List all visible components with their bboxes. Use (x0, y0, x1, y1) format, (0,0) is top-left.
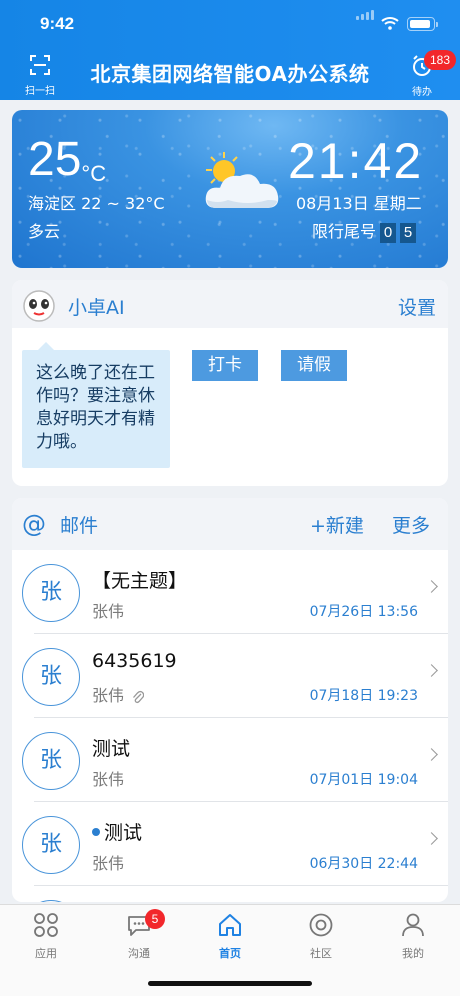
temperature-range: 海淀区 22 ~ 32°C (28, 194, 165, 213)
mail-list-item[interactable]: 张 测试 张伟 07月01日 19:04 (12, 718, 448, 802)
temperature-value: 25 (28, 133, 82, 186)
chevron-right-icon (425, 832, 438, 845)
tab-community[interactable]: 社区 (291, 911, 351, 961)
tab-label: 首页 (219, 947, 241, 960)
at-sign-icon: @ (22, 510, 46, 538)
sender-avatar: 张 (22, 564, 80, 622)
mail-list-item-partial[interactable] (12, 886, 448, 902)
traffic-limit: 限行尾号 0 5 (312, 218, 417, 243)
mail-subject: 6435619 (92, 650, 177, 672)
current-temperature: 25°C (28, 133, 107, 187)
robot-avatar-icon (23, 290, 55, 322)
profile-icon (402, 913, 424, 937)
leave-request-button[interactable]: 请假 (281, 350, 347, 381)
weather-condition: 多云 (28, 222, 61, 241)
clock-in-button[interactable]: 打卡 (192, 350, 258, 381)
mail-time: 07月01日 19:04 (309, 772, 418, 788)
tab-chat[interactable]: 5 沟通 (109, 909, 169, 961)
tab-label: 我的 (402, 947, 424, 960)
todo-label: 待办 (412, 87, 432, 98)
weather-card[interactable]: 25°C 海淀区 22 ~ 32°C 多云 21:42 08月13日 星期二 限… (12, 110, 448, 268)
mail-card-header: @ 邮件 +新建 更多 (12, 498, 448, 550)
chevron-right-icon (425, 664, 438, 677)
tab-bar: 应用 5 沟通 首页 社区 我的 (0, 904, 460, 996)
mail-subject-group: 测试 (92, 818, 142, 845)
unread-dot-icon (92, 827, 100, 836)
mail-subject: 测试 (92, 738, 131, 760)
traffic-limit-label: 限行尾号 (312, 222, 377, 241)
status-bar: 9:42 (0, 10, 460, 40)
ai-card-header: 小卓AI 设置 (12, 280, 448, 328)
more-mail-link[interactable]: 更多 (392, 511, 430, 538)
app-header: 9:42 扫一扫 北京集团网络智能OA办公系统 待办 183 (0, 0, 460, 100)
mail-subject: 测试 (104, 822, 143, 844)
scan-button[interactable]: 扫一扫 (20, 54, 60, 97)
ai-message-bubble: 这么晚了还在工作吗？要注意休息好明天才有精力哦。 (22, 342, 170, 468)
home-icon (219, 914, 241, 936)
sender-avatar: 张 (22, 648, 80, 706)
new-mail-button[interactable]: +新建 (310, 511, 364, 538)
wifi-icon (381, 17, 399, 30)
current-time: 21:42 (288, 133, 424, 189)
attachment-icon (133, 690, 145, 703)
traffic-limit-number: 0 (380, 223, 397, 243)
mail-sender: 张伟 (92, 686, 125, 705)
temperature-unit: °C (81, 161, 107, 186)
tab-label: 应用 (35, 947, 57, 960)
community-icon (309, 913, 333, 937)
mail-subject: 【无主题】 (92, 570, 188, 592)
current-date: 08月13日 星期二 (296, 194, 422, 213)
tab-label: 沟通 (128, 947, 150, 960)
chat-badge: 5 (145, 909, 165, 929)
mail-card: @ 邮件 +新建 更多 张 【无主题】 张伟 07月26日 13:56 张 64… (12, 498, 448, 902)
mail-time: 07月26日 13:56 (309, 604, 418, 620)
mail-list-item[interactable]: 张 【无主题】 张伟 07月26日 13:56 (12, 550, 448, 634)
mail-time: 07月18日 19:23 (309, 688, 418, 704)
status-time: 9:42 (40, 14, 75, 33)
mail-sender: 张伟 (92, 770, 125, 789)
partly-cloudy-icon (205, 152, 279, 208)
mail-time: 06月30日 22:44 (309, 856, 418, 872)
todo-button[interactable]: 待办 183 (402, 50, 456, 98)
mail-sender: 张伟 (92, 854, 125, 873)
ai-settings-link[interactable]: 设置 (398, 293, 436, 320)
sender-avatar (22, 900, 80, 902)
mail-sender: 张伟 (92, 602, 125, 621)
tab-label: 社区 (310, 947, 332, 960)
apps-icon (34, 913, 58, 937)
ai-name: 小卓AI (68, 297, 125, 319)
page-title: 北京集团网络智能OA办公系统 (90, 62, 370, 86)
todo-badge: 183 (424, 50, 456, 70)
mail-title: 邮件 (60, 515, 99, 537)
sender-avatar: 张 (22, 732, 80, 790)
ai-assistant-card: 小卓AI 设置 这么晚了还在工作吗？要注意休息好明天才有精力哦。 打卡 请假 (12, 280, 448, 486)
sender-avatar: 张 (22, 816, 80, 874)
mail-sender-group: 张伟 (92, 682, 145, 706)
scan-label: 扫一扫 (25, 86, 55, 97)
mail-list-item[interactable]: 张 6435619 张伟 07月18日 19:23 (12, 634, 448, 718)
chevron-right-icon (425, 580, 438, 593)
scan-icon (30, 55, 50, 75)
home-indicator (148, 981, 312, 986)
traffic-limit-number: 5 (400, 223, 417, 243)
tab-home[interactable]: 首页 (200, 911, 260, 961)
tab-apps[interactable]: 应用 (16, 911, 76, 961)
mail-list-item[interactable]: 张 测试 张伟 06月30日 22:44 (12, 802, 448, 886)
battery-icon (407, 17, 438, 31)
chevron-right-icon (425, 748, 438, 761)
tab-profile[interactable]: 我的 (383, 911, 443, 961)
